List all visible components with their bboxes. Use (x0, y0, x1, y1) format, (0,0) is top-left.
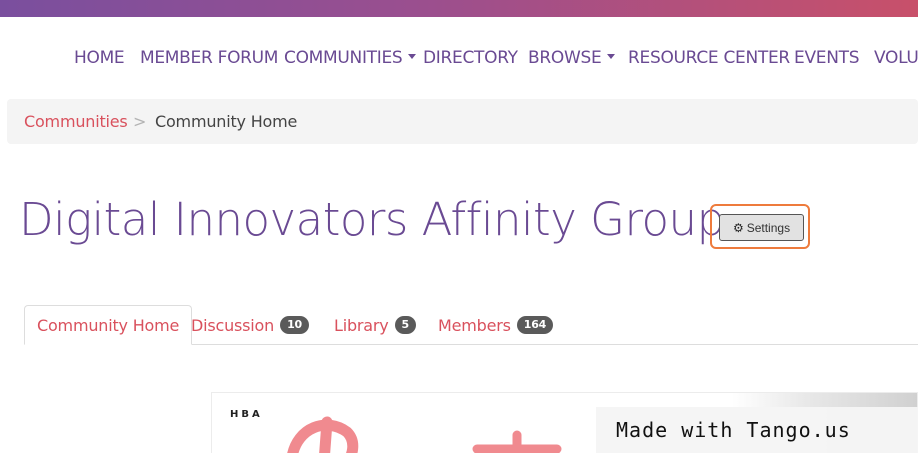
nav-resource-center[interactable]: RESOURCE CENTER (628, 48, 790, 68)
banner-logo-text: HBA (230, 409, 263, 420)
main-navigation: HOME MEMBER FORUM COMMUNITIES DIRECTORY … (0, 44, 918, 74)
nav-member-forum[interactable]: MEMBER FORUM (140, 48, 278, 68)
count-badge: 10 (280, 316, 310, 334)
breadcrumb-link-communities[interactable]: Communities (24, 112, 128, 131)
count-badge: 5 (394, 316, 417, 334)
nav-browse-label: BROWSE (528, 48, 602, 68)
chevron-down-icon (408, 53, 417, 59)
tab-label: Members (438, 315, 511, 335)
nav-home[interactable]: HOME (74, 48, 125, 68)
tab-community-home[interactable]: Community Home (24, 305, 193, 345)
nav-browse[interactable]: BROWSE (528, 48, 616, 68)
gear-icon: ⚙ (732, 220, 744, 235)
tab-label: Discussion (191, 315, 275, 335)
settings-button[interactable]: ⚙ Settings (719, 214, 804, 241)
tab-label: Library (334, 315, 389, 335)
tab-label: Community Home (37, 315, 180, 335)
tango-watermark: Made with Tango.us (596, 407, 918, 453)
tab-discussion[interactable]: Discussion 10 (191, 305, 310, 345)
tab-members[interactable]: Members 164 (438, 305, 554, 345)
nav-communities[interactable]: COMMUNITIES (284, 48, 417, 68)
breadcrumb-current: Community Home (155, 112, 298, 131)
breadcrumb: Communities > Community Home (7, 99, 918, 144)
nav-directory[interactable]: DIRECTORY (423, 48, 518, 68)
page-title: Digital Innovators Affinity Group (19, 193, 725, 246)
nav-events[interactable]: EVENTS (794, 48, 860, 68)
banner-artwork (287, 416, 562, 453)
chevron-down-icon (607, 53, 616, 59)
breadcrumb-separator: > (133, 112, 147, 131)
settings-label: Settings (746, 220, 791, 235)
nav-communities-label: COMMUNITIES (284, 48, 403, 68)
count-badge: 164 (516, 316, 554, 334)
tab-library[interactable]: Library 5 (334, 305, 417, 345)
nav-volunteer[interactable]: VOLUN (874, 48, 918, 68)
top-accent-bar (0, 0, 918, 17)
